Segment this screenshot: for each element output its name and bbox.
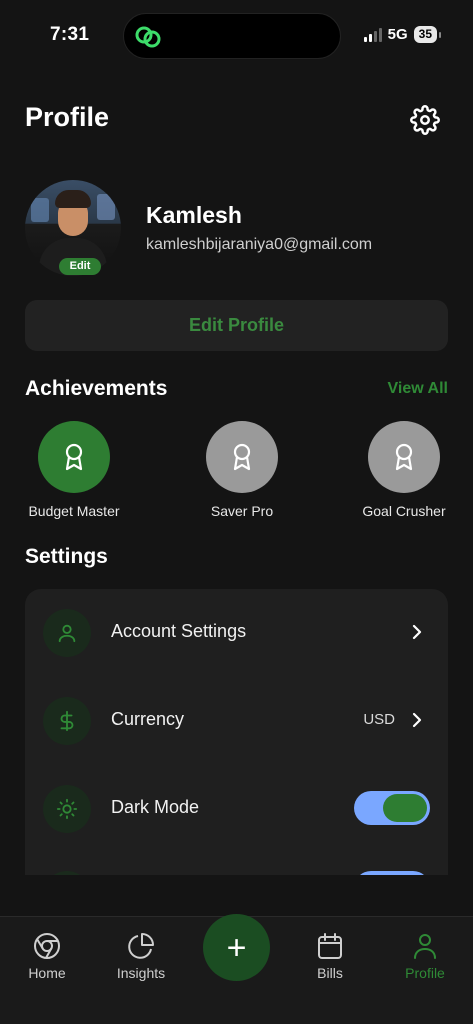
dark-mode-toggle[interactable] [354,791,430,825]
chrome-home-icon [34,933,60,959]
setting-row-currency[interactable]: Currency USD [25,677,448,765]
user-icon [43,609,91,657]
achievement-badge-saver-pro[interactable] [206,421,278,493]
status-time: 7:31 [50,24,90,45]
tab-profile[interactable]: Profile [385,931,465,981]
setting-row-account[interactable]: Account Settings [25,589,448,677]
signal-icon [363,27,382,42]
settings-card: Account Settings Currency USD Dark Mode [25,589,448,875]
achievement-label: Saver Pro [210,503,274,519]
user-email: kamleshbijaraniya0@gmail.com [146,236,373,253]
tab-bills[interactable]: Bills [290,931,370,981]
tab-insights[interactable]: Insights [101,931,181,981]
chevron-right-icon [412,712,422,728]
chevron-right-icon [412,624,422,640]
user-name: Kamlesh [146,202,242,228]
battery-tip [439,31,441,38]
avatar[interactable]: Edit [25,180,121,276]
achievements-title: Achievements [25,377,168,400]
setting-row-dark-mode: Dark Mode [25,765,448,853]
page-title: Profile [25,102,110,132]
sun-icon [43,785,91,833]
setting-icon-partial [43,871,91,875]
calendar-icon [318,933,342,959]
link-icon [135,26,161,48]
currency-value: USD [363,711,395,728]
achievement-label: Budget Master [28,503,120,519]
avatar-edit-button[interactable]: Edit [59,258,101,275]
edit-profile-button[interactable]: Edit Profile [25,300,448,351]
achievement-badge-budget-master[interactable] [38,421,110,493]
user-icon [414,934,436,959]
battery-icon: 35 [413,26,437,43]
dollar-icon [43,697,91,745]
add-button[interactable]: + [203,914,270,981]
pie-chart-icon [128,933,154,959]
status-indicators: 5G 35 [363,26,441,43]
achievement-badge-goal-crusher[interactable] [368,421,440,493]
view-all-link[interactable]: View All [388,380,448,398]
tab-label: Insights [116,965,166,981]
tab-home[interactable]: Home [7,931,87,981]
setting-label: Account Settings [111,621,247,641]
setting-label: Currency [111,709,185,729]
tab-label: Home [28,965,66,981]
tab-label: Bills [317,965,343,981]
tab-label: Profile [405,965,445,981]
achievement-label: Goal Crusher [362,503,446,519]
status-bar: 7:31 5G 35 [0,0,473,70]
settings-title: Settings [25,545,108,568]
award-icon [65,443,83,471]
network-type: 5G [387,26,408,43]
setting-label: Dark Mode [111,797,200,817]
dynamic-island [123,13,341,59]
award-icon [233,443,251,471]
award-icon [395,443,413,471]
gear-icon[interactable] [410,105,440,135]
toggle-partial[interactable] [354,871,430,875]
